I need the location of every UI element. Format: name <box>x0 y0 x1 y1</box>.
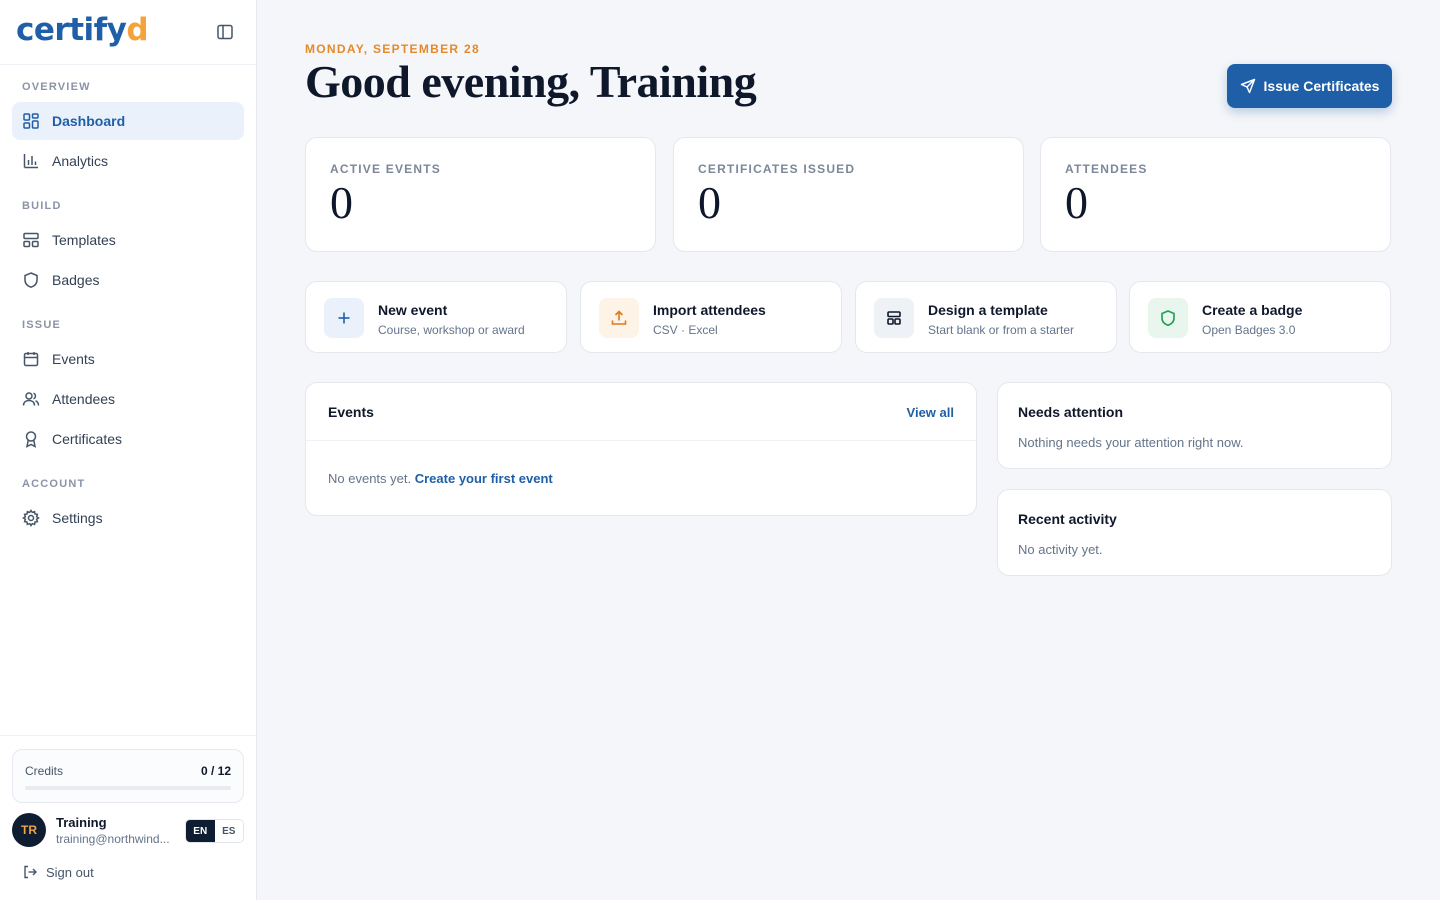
view-all-events-link[interactable]: View all <box>907 405 954 420</box>
events-panel: Events View all No events yet. Create yo… <box>305 382 977 516</box>
action-subtitle: Open Badges 3.0 <box>1202 323 1296 337</box>
action-title: New event <box>378 302 448 318</box>
sign-out-button[interactable]: Sign out <box>22 864 94 880</box>
user-email: training@northwind... <box>56 832 170 846</box>
avatar: TR <box>12 813 46 847</box>
action-new-event[interactable]: New event Course, workshop or award <box>305 281 567 353</box>
action-title: Import attendees <box>653 302 766 318</box>
sidebar-item-badges[interactable]: Badges <box>12 261 244 299</box>
stat-label: ATTENDEES <box>1065 162 1148 176</box>
stat-card-certificates-issued: CERTIFICATES ISSUED 0 <box>673 137 1024 252</box>
stat-value: 0 <box>1065 177 1088 228</box>
stat-value: 0 <box>698 177 721 228</box>
sidebar-item-analytics[interactable]: Analytics <box>12 142 244 180</box>
certifyd-logo[interactable]: certifyd <box>16 12 149 48</box>
sidebar-item-certificates[interactable]: Certificates <box>12 420 244 458</box>
layout-icon <box>874 298 914 338</box>
sign-out-icon <box>24 865 37 879</box>
issue-certificates-button[interactable]: Issue Certificates <box>1227 64 1392 108</box>
dashboard-icon <box>23 113 39 129</box>
sidebar-item-attendees[interactable]: Attendees <box>12 380 244 418</box>
sidebar: certifyd OVERVIEW Dashboard Analytics BU… <box>0 0 257 900</box>
language-toggle: EN ES <box>185 819 244 843</box>
divider <box>306 440 976 441</box>
page-title: Good evening, Training <box>305 56 757 107</box>
issue-certificates-label: Issue Certificates <box>1263 78 1380 94</box>
shield-icon <box>1148 298 1188 338</box>
language-es-button[interactable]: ES <box>215 820 244 842</box>
recent-activity-panel: Recent activity No activity yet. <box>997 489 1392 576</box>
action-title: Create a badge <box>1202 302 1303 318</box>
stat-value: 0 <box>330 177 353 228</box>
section-overview: OVERVIEW <box>22 81 91 93</box>
shield-icon <box>24 272 38 288</box>
send-icon <box>1240 78 1255 94</box>
stat-card-active-events: ACTIVE EVENTS 0 <box>305 137 656 252</box>
credits-card: Credits 0 / 12 <box>12 749 244 803</box>
sidebar-footer: Credits 0 / 12 TR Training training@nort… <box>0 735 256 900</box>
action-design-template[interactable]: Design a template Start blank or from a … <box>855 281 1117 353</box>
credits-progress-bar <box>25 786 231 790</box>
user-name: Training <box>56 815 107 830</box>
action-subtitle: Start blank or from a starter <box>928 323 1075 337</box>
language-en-button[interactable]: EN <box>186 820 215 842</box>
action-subtitle: CSV · Excel <box>653 323 718 337</box>
upload-icon <box>599 298 639 338</box>
events-empty-state: No events yet. Create your first event <box>328 471 553 486</box>
layout-icon <box>23 232 39 248</box>
sidebar-item-label: Templates <box>52 232 116 248</box>
recent-activity-title: Recent activity <box>1018 511 1117 527</box>
events-panel-title: Events <box>328 404 374 420</box>
sidebar-item-settings[interactable]: Settings <box>12 499 244 537</box>
sidebar-item-dashboard[interactable]: Dashboard <box>12 102 244 140</box>
events-empty-text: No events yet. <box>328 471 412 486</box>
action-import-attendees[interactable]: Import attendees CSV · Excel <box>580 281 842 353</box>
sidebar-item-templates[interactable]: Templates <box>12 221 244 259</box>
stat-label: ACTIVE EVENTS <box>330 162 441 176</box>
action-title: Design a template <box>928 302 1048 318</box>
action-subtitle: Course, workshop or award <box>378 323 525 337</box>
section-account: ACCOUNT <box>22 478 86 490</box>
needs-attention-title: Needs attention <box>1018 404 1124 420</box>
sidebar-item-label: Analytics <box>52 153 109 169</box>
sidebar-toggle-icon[interactable] <box>216 23 234 41</box>
calendar-icon <box>23 352 39 367</box>
award-icon <box>25 431 37 448</box>
sidebar-item-label: Badges <box>52 272 100 288</box>
bar-chart-icon <box>23 154 38 169</box>
sidebar-item-label: Attendees <box>52 391 116 407</box>
stat-label: CERTIFICATES ISSUED <box>698 162 856 176</box>
sidebar-item-label: Certificates <box>52 431 123 447</box>
logo-accent: d <box>126 12 149 48</box>
credits-label: Credits <box>25 764 64 778</box>
brand-header: certifyd <box>0 0 256 65</box>
plus-icon <box>324 298 364 338</box>
sign-out-label: Sign out <box>46 864 94 880</box>
users-icon <box>22 392 40 406</box>
user-profile[interactable]: TR Training training@northwind... EN ES <box>12 813 244 849</box>
recent-activity-text: No activity yet. <box>1018 542 1103 557</box>
needs-attention-panel: Needs attention Nothing needs your atten… <box>997 382 1392 469</box>
sidebar-item-label: Dashboard <box>52 113 126 129</box>
action-create-badge[interactable]: Create a badge Open Badges 3.0 <box>1129 281 1391 353</box>
gear-icon <box>22 509 40 527</box>
section-build: BUILD <box>22 200 62 212</box>
credits-value: 0 / 12 <box>200 764 231 778</box>
logo-text: certify <box>16 12 127 48</box>
create-first-event-link[interactable]: Create your first event <box>415 471 553 486</box>
sidebar-item-label: Events <box>52 351 95 367</box>
sidebar-item-events[interactable]: Events <box>12 340 244 378</box>
needs-attention-text: Nothing needs your attention right now. <box>1018 435 1244 450</box>
section-issue: ISSUE <box>22 319 62 331</box>
sidebar-item-label: Settings <box>52 510 103 526</box>
stat-card-attendees: ATTENDEES 0 <box>1040 137 1391 252</box>
current-date: MONDAY, SEPTEMBER 28 <box>305 42 480 56</box>
